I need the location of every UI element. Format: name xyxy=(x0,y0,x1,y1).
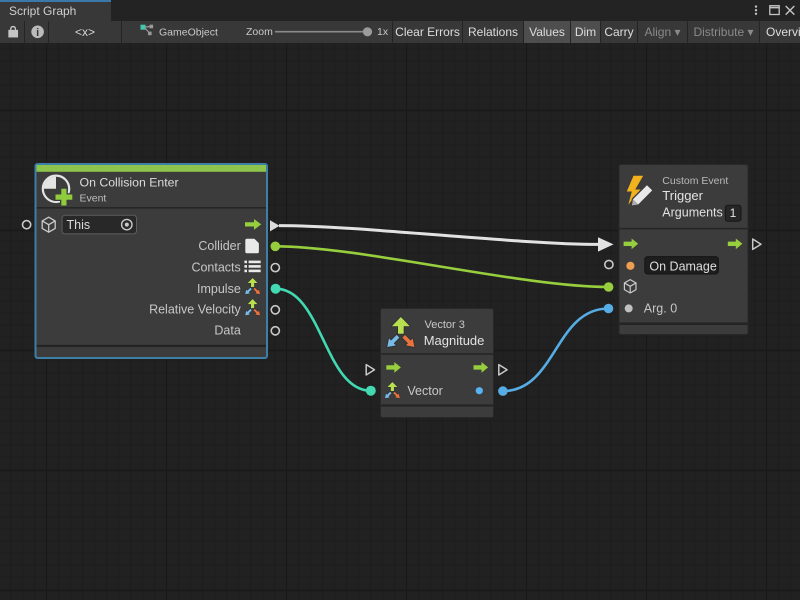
svg-text:This: This xyxy=(67,218,91,232)
svg-text:On Damage: On Damage xyxy=(649,259,716,273)
svg-text:Trigger: Trigger xyxy=(662,188,703,203)
svg-text:1x: 1x xyxy=(377,26,389,38)
svg-text:1: 1 xyxy=(730,206,737,220)
svg-text:<x>: <x> xyxy=(75,25,95,39)
svg-text:Event: Event xyxy=(80,193,107,205)
svg-text:Relative Velocity: Relative Velocity xyxy=(149,303,241,317)
svg-text:Contacts: Contacts xyxy=(191,261,240,275)
svg-text:On Collision Enter: On Collision Enter xyxy=(80,176,179,190)
svg-text:i: i xyxy=(36,27,39,39)
svg-text:Arguments: Arguments xyxy=(662,206,722,220)
svg-text:Zoom: Zoom xyxy=(246,26,273,38)
svg-text:Collider: Collider xyxy=(198,239,240,253)
svg-text:Impulse: Impulse xyxy=(197,282,241,296)
svg-text:Vector 3: Vector 3 xyxy=(425,319,465,331)
svg-text:Vector: Vector xyxy=(407,384,442,398)
svg-text:GameObject: GameObject xyxy=(159,26,218,38)
svg-text:Custom Event: Custom Event xyxy=(662,175,728,187)
svg-text:Arg. 0: Arg. 0 xyxy=(644,301,677,315)
svg-text:Data: Data xyxy=(214,324,240,338)
svg-text:Magnitude: Magnitude xyxy=(424,333,485,348)
